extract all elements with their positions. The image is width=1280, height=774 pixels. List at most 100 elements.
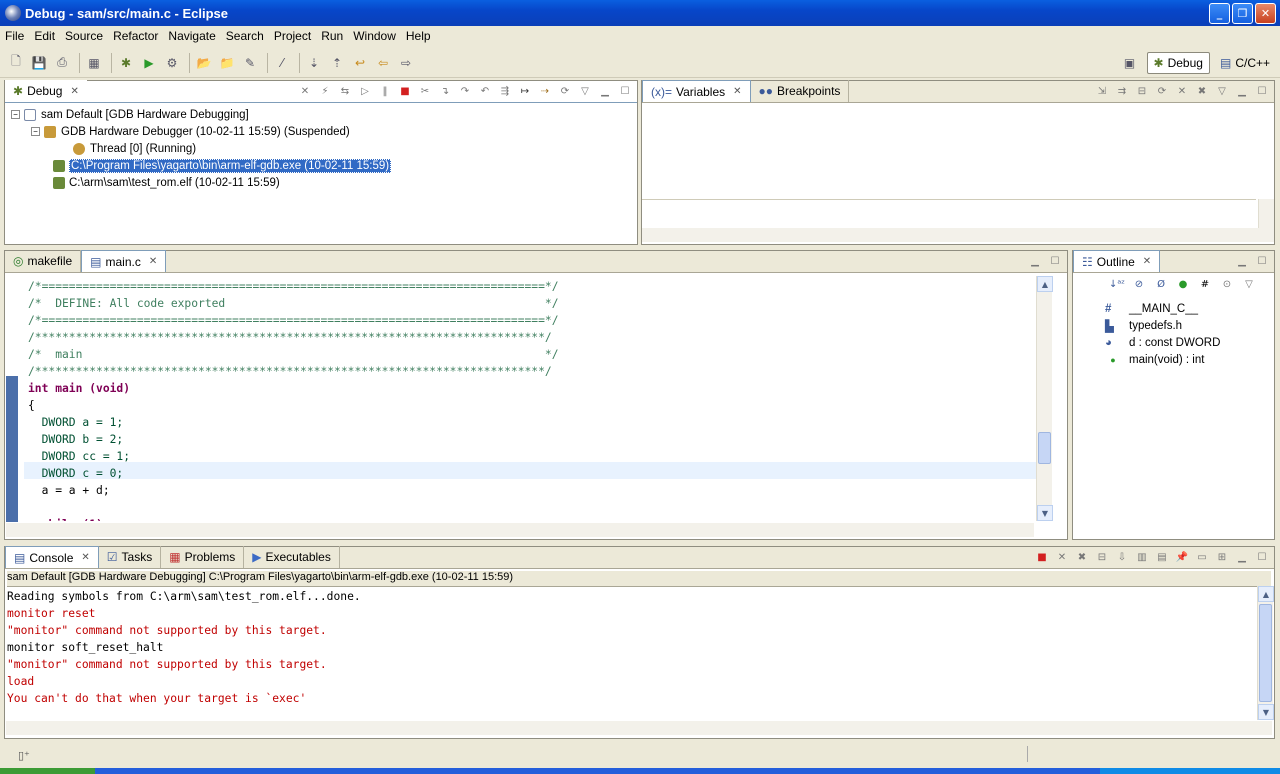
new-icon[interactable]: 🗋 — [6, 53, 26, 73]
clear-console-icon[interactable]: ⊟ — [1094, 549, 1110, 565]
collapse-icon[interactable]: − — [11, 110, 20, 119]
scroll-up-icon[interactable]: ▲ — [1037, 276, 1053, 292]
hide-static-icon[interactable]: Ø — [1153, 276, 1169, 292]
scroll-down-icon[interactable]: ▼ — [1037, 505, 1053, 521]
menu-run[interactable]: Run — [316, 29, 348, 43]
show-type-names-icon[interactable]: ⇲ — [1094, 83, 1110, 99]
tab-problems[interactable]: ▦ Problems — [161, 546, 245, 568]
debug-run-icon[interactable]: ✱ — [116, 53, 136, 73]
display-console-icon[interactable]: ▭ — [1194, 549, 1210, 565]
scroll-thumb[interactable] — [1259, 604, 1272, 702]
pin-console-icon[interactable]: 📌 — [1174, 549, 1190, 565]
outline-item[interactable]: # __MAIN_C__ — [1105, 300, 1220, 317]
maximize-button[interactable]: ❐ — [1232, 3, 1253, 24]
menu-refactor[interactable]: Refactor — [108, 29, 163, 43]
hide-fields-icon[interactable]: ⊘ — [1131, 276, 1147, 292]
hide-macros-icon[interactable]: # — [1197, 276, 1213, 292]
maximize-view-icon[interactable]: ☐ — [1254, 549, 1270, 565]
minimize-view-icon[interactable]: ▁ — [597, 83, 613, 99]
editor-ruler[interactable] — [6, 276, 20, 522]
remove-terminated-icon[interactable]: ✕ — [297, 83, 313, 99]
close-tab-icon[interactable]: ✕ — [733, 86, 741, 97]
outline-item[interactable]: ▙ typedefs.h — [1105, 317, 1220, 334]
terminate-icon[interactable]: ■ — [397, 83, 413, 99]
collapse-icon[interactable]: − — [31, 127, 40, 136]
search-tool-icon[interactable]: ✎ — [240, 53, 260, 73]
open-type-icon[interactable]: 📂 — [194, 53, 214, 73]
cpp-perspective-button[interactable]: ▤ C/C++ — [1214, 52, 1276, 74]
last-edit-icon[interactable]: ↩ — [350, 53, 370, 73]
step-return-icon[interactable]: ↶ — [477, 83, 493, 99]
menu-edit[interactable]: Edit — [29, 29, 60, 43]
tab-tasks[interactable]: ☑ Tasks — [99, 546, 162, 568]
show-stdout-icon[interactable]: ▥ — [1134, 549, 1150, 565]
close-tab-icon[interactable]: ✕ — [70, 86, 78, 97]
open-folder-icon[interactable]: 📁 — [217, 53, 237, 73]
print-icon[interactable]: ⎙ — [52, 53, 72, 73]
start-button[interactable] — [0, 768, 95, 774]
drop-to-frame-icon[interactable]: ⇶ — [497, 83, 513, 99]
menu-navigate[interactable]: Navigate — [163, 29, 220, 43]
disconnect-debug-icon[interactable]: ✂ — [417, 83, 433, 99]
tab-executables[interactable]: ▶ Executables — [244, 546, 340, 568]
maximize-view-icon[interactable]: ☐ — [1254, 83, 1270, 99]
variables-detail-pane[interactable] — [642, 199, 1256, 229]
tab-debug[interactable]: ✱ Debug ✕ — [5, 80, 87, 102]
instruction-stepping-icon[interactable]: ↦ — [517, 83, 533, 99]
connect-icon[interactable]: ⚡ — [317, 83, 333, 99]
step-into-icon[interactable]: ↴ — [437, 83, 453, 99]
terminate-icon[interactable]: ■ — [1034, 549, 1050, 565]
refresh-icon[interactable]: ⟳ — [1154, 83, 1170, 99]
debug-perspective-button[interactable]: ✱ Debug — [1146, 52, 1210, 74]
remove-all-icon[interactable]: ✖ — [1194, 83, 1210, 99]
view-menu-icon[interactable]: ▽ — [1214, 83, 1230, 99]
forward-icon[interactable]: ⇨ — [396, 53, 416, 73]
menu-search[interactable]: Search — [221, 29, 269, 43]
resume-icon[interactable]: ▷ — [357, 83, 373, 99]
open-console-icon[interactable]: ⊞ — [1214, 549, 1230, 565]
console-horizontal-scrollbar[interactable] — [6, 721, 1272, 735]
external-tools-icon[interactable]: ⚙ — [162, 53, 182, 73]
suspend-icon[interactable]: ‖ — [377, 83, 393, 99]
tree-row-gdb-process[interactable]: C:\Program Files\yagarto\bin\arm-elf-gdb… — [11, 157, 392, 174]
build-icon[interactable]: ▦ — [84, 53, 104, 73]
tab-variables[interactable]: (x)= Variables ✕ — [642, 80, 751, 102]
tree-row-thread[interactable]: Thread [0] (Running) — [11, 140, 391, 157]
show-stderr-icon[interactable]: ▤ — [1154, 549, 1170, 565]
variables-detail-scrollbar[interactable] — [1258, 199, 1274, 229]
view-menu-icon[interactable]: ▽ — [1241, 276, 1257, 292]
fast-view-icon[interactable]: ▯⁺ — [18, 749, 30, 762]
maximize-view-icon[interactable]: ☐ — [1047, 253, 1063, 269]
step-over-icon[interactable]: ↷ — [457, 83, 473, 99]
tree-row-launch[interactable]: − sam Default [GDB Hardware Debugging] — [11, 106, 391, 123]
tab-main-c[interactable]: ▤ main.c ✕ — [81, 250, 167, 272]
tree-row-elf-process[interactable]: C:\arm\sam\test_rom.elf (10-02-11 15:59) — [11, 174, 391, 191]
code-editor[interactable]: /*======================================… — [28, 278, 559, 533]
hide-non-public-icon[interactable]: ● — [1175, 276, 1191, 292]
use-step-filters-icon[interactable]: ⇢ — [537, 83, 553, 99]
menu-window[interactable]: Window — [348, 29, 401, 43]
remove-all-terminated-icon[interactable]: ✖ — [1074, 549, 1090, 565]
close-button[interactable]: ✕ — [1255, 3, 1276, 24]
remove-icon[interactable]: ✕ — [1174, 83, 1190, 99]
outline-item[interactable]: ● main(void) : int — [1105, 351, 1220, 368]
console-vertical-scrollbar[interactable]: ▲ ▼ — [1257, 586, 1274, 720]
editor-horizontal-scrollbar[interactable] — [6, 523, 1034, 537]
tab-outline[interactable]: ☷ Outline ✕ — [1073, 250, 1161, 272]
run-icon[interactable]: ▶ — [139, 53, 159, 73]
editor-vertical-scrollbar[interactable]: ▲ ▼ — [1036, 276, 1053, 521]
scroll-thumb[interactable] — [1038, 432, 1051, 464]
disconnect-icon[interactable]: ⇆ — [337, 83, 353, 99]
close-tab-icon[interactable]: ✕ — [81, 552, 89, 563]
open-perspective-icon[interactable]: ▣ — [1120, 53, 1140, 73]
minimize-view-icon[interactable]: ▁ — [1234, 253, 1250, 269]
next-annotation-icon[interactable]: ⇣ — [304, 53, 324, 73]
maximize-view-icon[interactable]: ☐ — [1254, 253, 1270, 269]
menu-help[interactable]: Help — [401, 29, 436, 43]
remove-launch-icon[interactable]: ✕ — [1054, 549, 1070, 565]
collapse-all-icon[interactable]: ⊟ — [1134, 83, 1150, 99]
minimize-button[interactable]: _ — [1209, 3, 1230, 24]
toggle-mark-icon[interactable]: ⁄ — [272, 53, 292, 73]
maximize-view-icon[interactable]: ☐ — [617, 83, 633, 99]
outline-item[interactable]: ◕ d : const DWORD — [1105, 334, 1220, 351]
